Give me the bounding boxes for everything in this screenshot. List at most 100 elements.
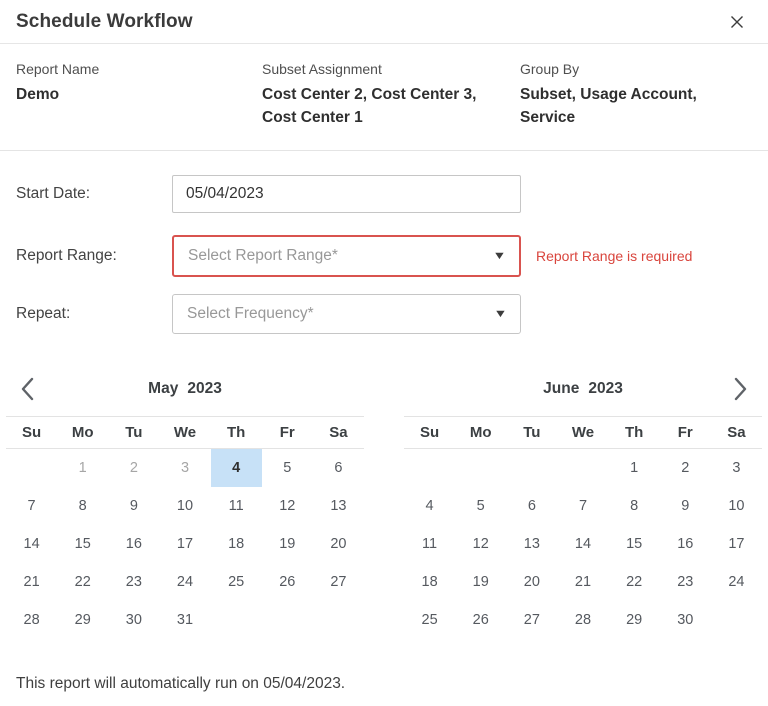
- calendar-day[interactable]: 10: [711, 487, 762, 525]
- calendar-day-empty: [711, 601, 762, 639]
- calendar-day[interactable]: 17: [159, 525, 210, 563]
- calendar-day[interactable]: 5: [455, 487, 506, 525]
- calendar-year: 2023: [588, 380, 622, 398]
- calendar-day[interactable]: 7: [557, 487, 608, 525]
- report-range-error: Report Range is required: [536, 248, 692, 264]
- calendar-day[interactable]: 14: [557, 525, 608, 563]
- calendar-day[interactable]: 31: [159, 601, 210, 639]
- calendar-day-grid: 1234567891011121314151617181920212223242…: [404, 449, 762, 639]
- calendar-day[interactable]: 15: [609, 525, 660, 563]
- calendar-day-headers: SuMoTuWeThFrSa: [6, 416, 364, 449]
- calendar-day[interactable]: 21: [557, 563, 608, 601]
- day-header-tu: Tu: [108, 424, 159, 441]
- calendar-day[interactable]: 3: [711, 449, 762, 487]
- calendar-day[interactable]: 27: [313, 563, 364, 601]
- day-header-mo: Mo: [57, 424, 108, 441]
- calendar-day[interactable]: 3: [159, 449, 210, 487]
- calendar-day[interactable]: 18: [404, 563, 455, 601]
- calendar-day[interactable]: 1: [57, 449, 108, 487]
- report-range-select[interactable]: Select Report Range* ▼: [172, 235, 521, 277]
- calendar-day[interactable]: 15: [57, 525, 108, 563]
- calendar-day[interactable]: 29: [609, 601, 660, 639]
- calendar-day-empty: [506, 449, 557, 487]
- calendar-day[interactable]: 2: [660, 449, 711, 487]
- calendar-day[interactable]: 16: [660, 525, 711, 563]
- calendar-day[interactable]: 16: [108, 525, 159, 563]
- start-date-input[interactable]: [172, 175, 521, 213]
- calendar-day[interactable]: 17: [711, 525, 762, 563]
- auto-run-note: This report will automatically run on 05…: [0, 639, 768, 693]
- subset-assignment-label: Subset Assignment: [262, 59, 498, 79]
- calendar-day[interactable]: 30: [108, 601, 159, 639]
- calendar-day[interactable]: 29: [57, 601, 108, 639]
- calendar-day[interactable]: 21: [6, 563, 57, 601]
- summary-group-by: Group By Subset, Usage Account, Service: [520, 59, 752, 129]
- calendar-day[interactable]: 25: [211, 563, 262, 601]
- calendar-day[interactable]: 10: [159, 487, 210, 525]
- calendar-day[interactable]: 26: [455, 601, 506, 639]
- calendar-day[interactable]: 19: [455, 563, 506, 601]
- calendar-day[interactable]: 13: [506, 525, 557, 563]
- calendar-day[interactable]: 9: [108, 487, 159, 525]
- next-month-icon[interactable]: [726, 375, 754, 403]
- day-header-sa: Sa: [313, 424, 364, 441]
- calendar-day[interactable]: 13: [313, 487, 364, 525]
- calendar-day[interactable]: 4: [404, 487, 455, 525]
- report-name-label: Report Name: [16, 59, 240, 79]
- calendar-day[interactable]: 7: [6, 487, 57, 525]
- day-header-th: Th: [609, 424, 660, 441]
- repeat-select[interactable]: Select Frequency* ▼: [172, 294, 521, 334]
- calendar-month: June: [543, 380, 579, 398]
- calendar-day[interactable]: 19: [262, 525, 313, 563]
- calendar-day[interactable]: 30: [660, 601, 711, 639]
- calendar-day[interactable]: 14: [6, 525, 57, 563]
- calendar-title: May2023: [148, 380, 222, 398]
- calendar-day[interactable]: 22: [57, 563, 108, 601]
- calendar-day[interactable]: 12: [262, 487, 313, 525]
- close-icon[interactable]: [724, 9, 750, 35]
- calendar-day[interactable]: 18: [211, 525, 262, 563]
- calendar-day[interactable]: 8: [57, 487, 108, 525]
- repeat-row: Repeat: Select Frequency* ▼: [16, 294, 752, 334]
- calendar-year: 2023: [187, 380, 221, 398]
- calendar-day-empty: [262, 601, 313, 639]
- calendar-day[interactable]: 9: [660, 487, 711, 525]
- calendar-day[interactable]: 2: [108, 449, 159, 487]
- calendar-day[interactable]: 11: [211, 487, 262, 525]
- calendar-day-empty: [6, 449, 57, 487]
- calendar-day[interactable]: 25: [404, 601, 455, 639]
- calendar-day[interactable]: 23: [660, 563, 711, 601]
- chevron-down-icon: ▼: [493, 308, 507, 320]
- calendar-title: June 2023: [543, 380, 623, 398]
- repeat-label: Repeat:: [16, 305, 172, 323]
- calendar-june-header: June 2023: [404, 362, 762, 416]
- calendar-day[interactable]: 22: [609, 563, 660, 601]
- calendar-day[interactable]: 6: [313, 449, 364, 487]
- day-header-fr: Fr: [262, 424, 313, 441]
- report-name-value: Demo: [16, 83, 240, 106]
- calendar-day[interactable]: 23: [108, 563, 159, 601]
- prev-month-icon[interactable]: [14, 375, 42, 403]
- calendar-day[interactable]: 20: [313, 525, 364, 563]
- calendar-day[interactable]: 27: [506, 601, 557, 639]
- calendar-day[interactable]: 4: [211, 449, 262, 487]
- calendar-day-empty: [557, 449, 608, 487]
- day-header-mo: Mo: [455, 424, 506, 441]
- calendar-day[interactable]: 20: [506, 563, 557, 601]
- calendar-day[interactable]: 1: [609, 449, 660, 487]
- summary-subset-assignment: Subset Assignment Cost Center 2, Cost Ce…: [262, 59, 520, 129]
- calendar-day[interactable]: 8: [609, 487, 660, 525]
- calendar-day[interactable]: 24: [711, 563, 762, 601]
- day-header-su: Su: [404, 424, 455, 441]
- calendar-day[interactable]: 6: [506, 487, 557, 525]
- group-by-label: Group By: [520, 59, 730, 79]
- calendar-day[interactable]: 28: [6, 601, 57, 639]
- calendar-day[interactable]: 5: [262, 449, 313, 487]
- calendar-day[interactable]: 11: [404, 525, 455, 563]
- calendar-day[interactable]: 28: [557, 601, 608, 639]
- calendar-day[interactable]: 26: [262, 563, 313, 601]
- calendar-day[interactable]: 24: [159, 563, 210, 601]
- subset-assignment-value: Cost Center 2, Cost Center 3, Cost Cente…: [262, 83, 498, 129]
- day-header-tu: Tu: [506, 424, 557, 441]
- calendar-day[interactable]: 12: [455, 525, 506, 563]
